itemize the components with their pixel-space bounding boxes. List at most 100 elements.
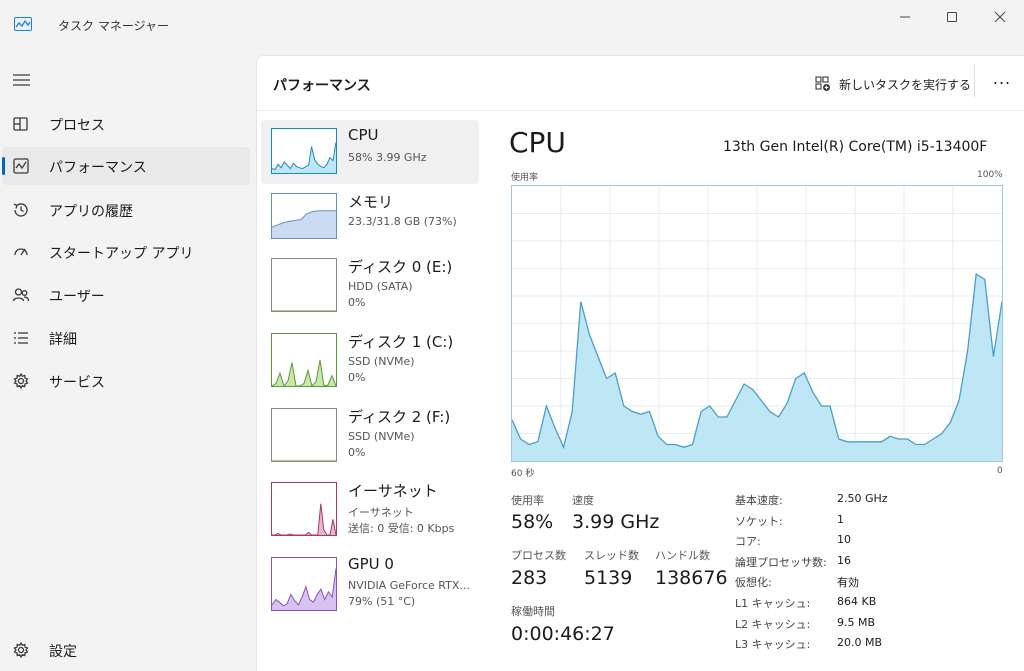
title-bar: タスク マネージャー: [0, 0, 1024, 48]
nav-item-details[interactable]: 詳細: [2, 319, 250, 357]
spec-l2-cache-value: 9.5 MB: [837, 616, 876, 629]
perf-item-detail: 23.3/31.8 GB (73%): [348, 215, 457, 228]
perf-item-cpu[interactable]: CPU 58% 3.99 GHz: [261, 120, 479, 184]
thumbnail-line: [272, 142, 336, 171]
graph-y-max-label: 100%: [977, 170, 1003, 180]
handles-label: ハンドル数: [655, 549, 710, 562]
perf-item-detail: 58% 3.99 GHz: [348, 151, 427, 164]
users-icon: [12, 286, 30, 304]
task-manager-logo-icon: [14, 16, 32, 31]
nav-item-label: 設定: [49, 644, 77, 660]
maximize-icon: [947, 12, 957, 22]
spec-sockets-label: ソケット:: [735, 515, 783, 528]
hamburger-menu-button[interactable]: [12, 72, 34, 90]
gear-icon: [12, 641, 30, 659]
app-title: タスク マネージャー: [58, 19, 169, 33]
spec-sockets-value: 1: [837, 513, 844, 526]
main-panel: パフォーマンス 新しいタスクを実行する ... CPU 58% 3.99 GHz…: [256, 55, 1024, 671]
cpu-usage-graph: [511, 185, 1003, 462]
memory-thumbnail-graph: [271, 193, 337, 239]
perf-item-utilization: 0%: [348, 296, 366, 309]
perf-item-detail: SSD (NVMe): [348, 355, 415, 368]
disk-0-thumbnail-graph: [271, 258, 337, 312]
perf-item-utilization: 0%: [348, 371, 366, 384]
close-icon: [994, 11, 1006, 23]
graph-x-start-label: 60 秒: [511, 469, 535, 479]
perf-item-disk-0[interactable]: ディスク 0 (E:) HDD (SATA) 0%: [261, 250, 479, 314]
spec-virtualization-value: 有効: [837, 576, 859, 589]
disk-1-thumbnail-graph: [271, 333, 337, 387]
nav-item-settings[interactable]: 設定: [2, 631, 250, 669]
thumbnail-area: [272, 142, 336, 173]
maximize-button[interactable]: [937, 6, 967, 28]
perf-item-gpu[interactable]: GPU 0 NVIDIA GeForce RTX... 79% (51 °C): [261, 549, 479, 613]
details-icon: [12, 329, 30, 347]
perf-item-name: ディスク 1 (C:): [348, 333, 454, 351]
spec-l1-cache-value: 864 KB: [837, 595, 877, 608]
perf-item-detail: HDD (SATA): [348, 280, 413, 293]
spec-l2-cache-label: L2 キャッシュ:: [735, 618, 811, 631]
perf-item-disk-1[interactable]: ディスク 1 (C:) SSD (NVMe) 0%: [261, 325, 479, 389]
nav-item-label: ユーザー: [49, 289, 105, 305]
processes-icon: [12, 115, 30, 133]
close-button[interactable]: [985, 6, 1015, 28]
navigation-pane: プロセス パフォーマンス アプリの履歴 スタートアップ アプリ ユーザー 詳細: [0, 54, 256, 671]
perf-item-ethernet[interactable]: イーサネット イーサネット 送信: 0 受信: 0 Kbps: [261, 474, 479, 538]
perf-item-memory[interactable]: メモリ 23.3/31.8 GB (73%): [261, 185, 479, 249]
thumbnail-area: [272, 210, 336, 238]
disk-2-thumbnail-graph: [271, 408, 337, 462]
usage-value: 58%: [511, 511, 554, 533]
spec-logical-processors-label: 論理プロセッサ数:: [735, 556, 827, 569]
nav-item-app-history[interactable]: アプリの履歴: [2, 191, 250, 229]
uptime-value: 0:00:46:27: [511, 623, 615, 645]
startup-icon: [12, 243, 30, 261]
run-task-icon: [815, 76, 830, 91]
cpu-usage-chart: [511, 186, 1003, 461]
perf-item-disk-2[interactable]: ディスク 2 (F:) SSD (NVMe) 0%: [261, 400, 479, 464]
thumbnail-area: [272, 503, 336, 535]
run-new-task-button[interactable]: 新しいタスクを実行する: [815, 72, 971, 96]
minimize-button[interactable]: [890, 6, 920, 28]
ethernet-thumbnail-graph: [271, 482, 337, 536]
perf-item-utilization: 0%: [348, 446, 366, 459]
perf-item-detail: NVIDIA GeForce RTX...: [348, 579, 470, 592]
performance-icon: [12, 157, 30, 175]
perf-item-name: GPU 0: [348, 555, 394, 573]
nav-item-users[interactable]: ユーザー: [2, 276, 250, 314]
cpu-model-name: 13th Gen Intel(R) Core(TM) i5-13400F: [723, 139, 988, 155]
perf-item-detail: イーサネット: [348, 506, 414, 519]
perf-item-name: ディスク 0 (E:): [348, 258, 453, 276]
perf-item-throughput: 送信: 0 受信: 0 Kbps: [348, 522, 455, 535]
usage-label: 使用率: [511, 494, 544, 507]
services-icon: [12, 372, 30, 390]
run-new-task-label: 新しいタスクを実行する: [839, 77, 972, 92]
speed-label: 速度: [572, 494, 594, 507]
nav-item-label: 詳細: [49, 332, 77, 348]
active-indicator: [2, 157, 5, 175]
nav-item-label: サービス: [49, 375, 105, 391]
perf-item-name: イーサネット: [348, 482, 438, 500]
nav-item-startup-apps[interactable]: スタートアップ アプリ: [2, 233, 250, 271]
nav-item-processes[interactable]: プロセス: [2, 105, 250, 143]
perf-item-detail: SSD (NVMe): [348, 430, 415, 443]
perf-item-name: ディスク 2 (F:): [348, 408, 451, 426]
spec-l3-cache-value: 20.0 MB: [837, 636, 883, 649]
header-divider: [974, 64, 975, 98]
history-icon: [12, 201, 30, 219]
perf-item-utilization: 79% (51 °C): [348, 595, 416, 608]
spec-base-speed-label: 基本速度:: [735, 494, 783, 507]
spec-l1-cache-label: L1 キャッシュ:: [735, 597, 811, 610]
graph-x-end-label: 0: [997, 466, 1003, 476]
hamburger-icon: [13, 74, 30, 86]
gpu-thumbnail-graph: [271, 557, 337, 611]
header-separator: [257, 110, 1024, 111]
nav-item-label: パフォーマンス: [49, 160, 147, 176]
spec-cores-label: コア:: [735, 535, 761, 548]
spec-logical-processors-value: 16: [837, 554, 851, 567]
speed-value: 3.99 GHz: [572, 511, 660, 533]
nav-item-services[interactable]: サービス: [2, 362, 250, 400]
uptime-label: 稼働時間: [511, 605, 555, 618]
more-options-button[interactable]: ...: [990, 69, 1014, 93]
nav-item-performance[interactable]: パフォーマンス: [2, 147, 250, 185]
threads-label: スレッド数: [584, 549, 639, 562]
